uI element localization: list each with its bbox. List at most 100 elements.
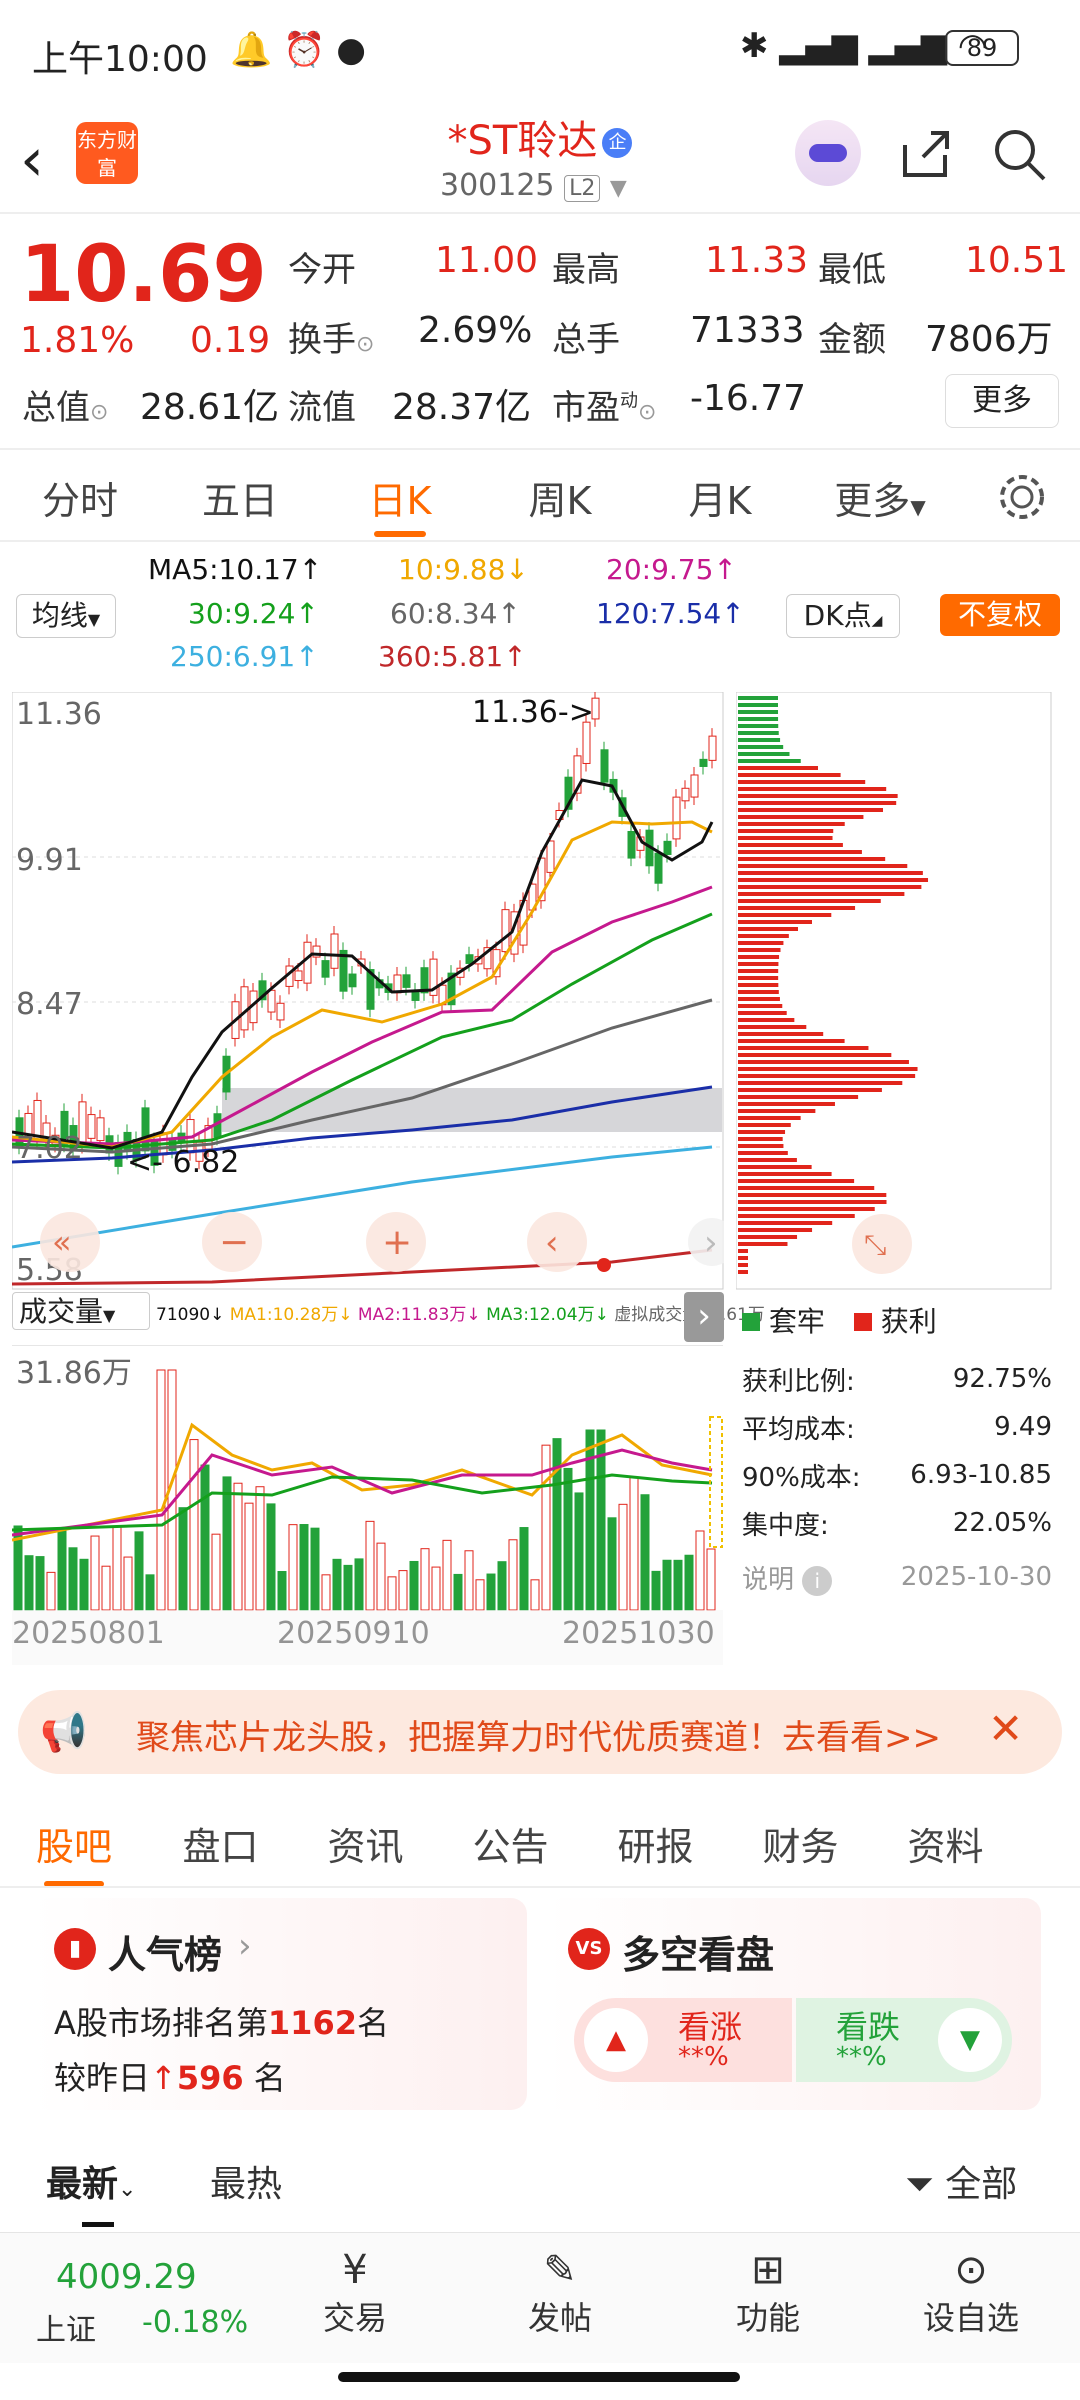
bullish-button[interactable]: ▲ 看涨 **% bbox=[574, 1998, 792, 2082]
open-value: 11.00 bbox=[435, 240, 539, 281]
nav-add-watchlist-label: 设自选 bbox=[922, 2299, 1019, 2337]
vol-y-label: 31.86万 bbox=[16, 1356, 132, 1391]
tab-monthly-k[interactable]: 月K bbox=[640, 470, 800, 525]
candle bbox=[501, 909, 510, 953]
triangle-down-icon: ▼ bbox=[938, 2008, 1002, 2072]
volume-bar bbox=[475, 1579, 485, 1611]
candle bbox=[87, 1114, 96, 1139]
share-icon[interactable] bbox=[895, 125, 955, 185]
edit-icon: ✎ bbox=[543, 2247, 577, 2293]
no-adjust-button[interactable]: 不复权 bbox=[940, 594, 1060, 636]
up-arrow-icon: ↑ bbox=[150, 2059, 177, 2097]
profit-swatch bbox=[853, 1313, 872, 1331]
filter-all[interactable]: ⏷ 全部 bbox=[905, 2155, 1017, 2207]
low-annotation: <- 6.82 bbox=[127, 1145, 239, 1180]
chip-bar bbox=[738, 1242, 788, 1246]
volume-bar bbox=[288, 1524, 298, 1611]
more-button[interactable]: 更多 bbox=[945, 374, 1059, 428]
volume-bar bbox=[145, 1574, 155, 1611]
tab-guba[interactable]: 股吧 bbox=[0, 1816, 148, 1887]
chip-bar bbox=[738, 780, 866, 784]
chip-bar bbox=[738, 724, 779, 728]
tab-profile[interactable]: 资料 bbox=[873, 1816, 1018, 1871]
chip-bar bbox=[738, 829, 834, 833]
tab-announcement[interactable]: 公告 bbox=[438, 1816, 583, 1871]
chip-bar bbox=[738, 941, 784, 945]
volume-label: 总手 bbox=[552, 320, 620, 360]
change-percent: 1.81% bbox=[20, 320, 135, 361]
y-label-4: 7.02 bbox=[16, 1131, 83, 1166]
vol-ma1: MA1:10.28万↓ bbox=[229, 1305, 353, 1325]
volume-bar bbox=[387, 1576, 397, 1611]
popularity-title: 人气榜 bbox=[108, 1933, 223, 1977]
dk-point-button[interactable]: DK点◢ bbox=[786, 594, 900, 638]
candle bbox=[663, 840, 672, 855]
chip-note-row[interactable]: 说明 i 2025-10-30 bbox=[742, 1547, 1052, 1607]
tab-intraday[interactable]: 分时 bbox=[0, 470, 160, 525]
ma-selector[interactable]: 均线▼ bbox=[16, 594, 116, 638]
promo-banner[interactable]: 📢 聚焦芯片龙头股，把握算力时代优质赛道！去看看>> ✕ bbox=[18, 1690, 1062, 1774]
index-value[interactable]: 4009.29 bbox=[56, 2257, 197, 2297]
tab-research[interactable]: 研报 bbox=[583, 1816, 728, 1871]
info-icon[interactable]: ⊙ bbox=[356, 332, 374, 357]
chip-bar bbox=[738, 878, 929, 882]
popularity-card[interactable]: ▮ 人气榜 › A股市场排名第1162名 较昨日↑596 名 bbox=[32, 1898, 527, 2110]
volume-chart[interactable]: 31.86万 20250801 20250910 20251030 bbox=[12, 1345, 724, 1675]
battery-level: 89 bbox=[966, 34, 998, 62]
expand-icon: ⤡ bbox=[864, 1228, 886, 1261]
bearish-button[interactable]: 看跌 **% ▼ bbox=[796, 1998, 1012, 2082]
vol-ma3: MA3:12.04万↓ bbox=[486, 1305, 609, 1325]
settings-gear-icon[interactable] bbox=[995, 470, 1049, 524]
filter-latest-label: 最新 bbox=[46, 2164, 119, 2205]
toggle-panel-button[interactable]: › bbox=[684, 1292, 724, 1342]
kline-chart[interactable]: 11.36-> <- 6.82 11.36 9.91 8.47 7.02 5.5… bbox=[12, 692, 724, 1290]
rank-suffix: 名 bbox=[356, 2004, 389, 2042]
info-icon[interactable]: i bbox=[802, 1565, 833, 1596]
assistant-avatar[interactable] bbox=[795, 120, 861, 186]
svg-text:›: › bbox=[704, 1223, 718, 1263]
volume-bar bbox=[574, 1492, 584, 1611]
stock-code-row[interactable]: 300125 L2 ▼ bbox=[440, 168, 627, 203]
pe-label-text: 市盈 bbox=[552, 388, 620, 428]
tab-more[interactable]: 更多▼ bbox=[800, 470, 960, 525]
candle bbox=[546, 840, 555, 873]
filter-latest[interactable]: 最新⌄ bbox=[46, 2155, 136, 2207]
trapped-swatch bbox=[742, 1313, 760, 1331]
candle bbox=[402, 974, 411, 988]
nav-add-watchlist[interactable]: ⊙ 设自选 bbox=[906, 2247, 1036, 2339]
filter-hot[interactable]: 最热 bbox=[210, 2155, 282, 2207]
volume-bar bbox=[310, 1527, 320, 1611]
tab-finance[interactable]: 财务 bbox=[728, 1816, 873, 1871]
search-icon[interactable] bbox=[990, 125, 1050, 185]
info-icon[interactable]: ⊙ bbox=[638, 400, 656, 425]
nav-trade[interactable]: ¥ 交易 bbox=[305, 2247, 405, 2339]
mktcap-value: 28.61亿 bbox=[140, 387, 280, 428]
info-icon[interactable]: ⊙ bbox=[90, 400, 108, 425]
chip-bar bbox=[738, 794, 898, 798]
tab-daily-k[interactable]: 日K bbox=[320, 470, 480, 537]
tab-pankou[interactable]: 盘口 bbox=[148, 1816, 293, 1871]
chip-bar bbox=[738, 1088, 882, 1092]
chip-bar bbox=[738, 1074, 916, 1078]
volume-selector[interactable]: 成交量▼ bbox=[12, 1292, 150, 1330]
volume-bar bbox=[497, 1561, 507, 1611]
nav-functions[interactable]: ⊞ 功能 bbox=[718, 2247, 818, 2339]
chip-bar bbox=[738, 1039, 845, 1043]
nav-post[interactable]: ✎ 发帖 bbox=[510, 2247, 610, 2339]
index-name[interactable]: 上证 bbox=[36, 2305, 96, 2349]
tab-five-day[interactable]: 五日 bbox=[160, 470, 320, 525]
dk-point-label: DK点 bbox=[803, 599, 872, 632]
chip-bar bbox=[738, 990, 779, 994]
caret-down-icon: ▼ bbox=[910, 494, 926, 519]
close-icon[interactable]: ✕ bbox=[988, 1704, 1023, 1753]
tab-daily-k-label: 日K bbox=[368, 478, 432, 523]
stock-code: 300125 bbox=[440, 168, 555, 203]
chip-bar bbox=[738, 1032, 824, 1036]
tab-news[interactable]: 资讯 bbox=[293, 1816, 438, 1871]
chip-bar bbox=[738, 1151, 788, 1155]
chip-bar bbox=[738, 871, 923, 875]
tab-weekly-k[interactable]: 周K bbox=[480, 470, 640, 525]
index-change[interactable]: -0.18% bbox=[142, 2305, 248, 2340]
sentiment-card[interactable]: VS 多空看盘 ▲ 看涨 **% 看跌 **% ▼ bbox=[546, 1898, 1041, 2110]
bearish-value: **% bbox=[836, 2042, 887, 2072]
